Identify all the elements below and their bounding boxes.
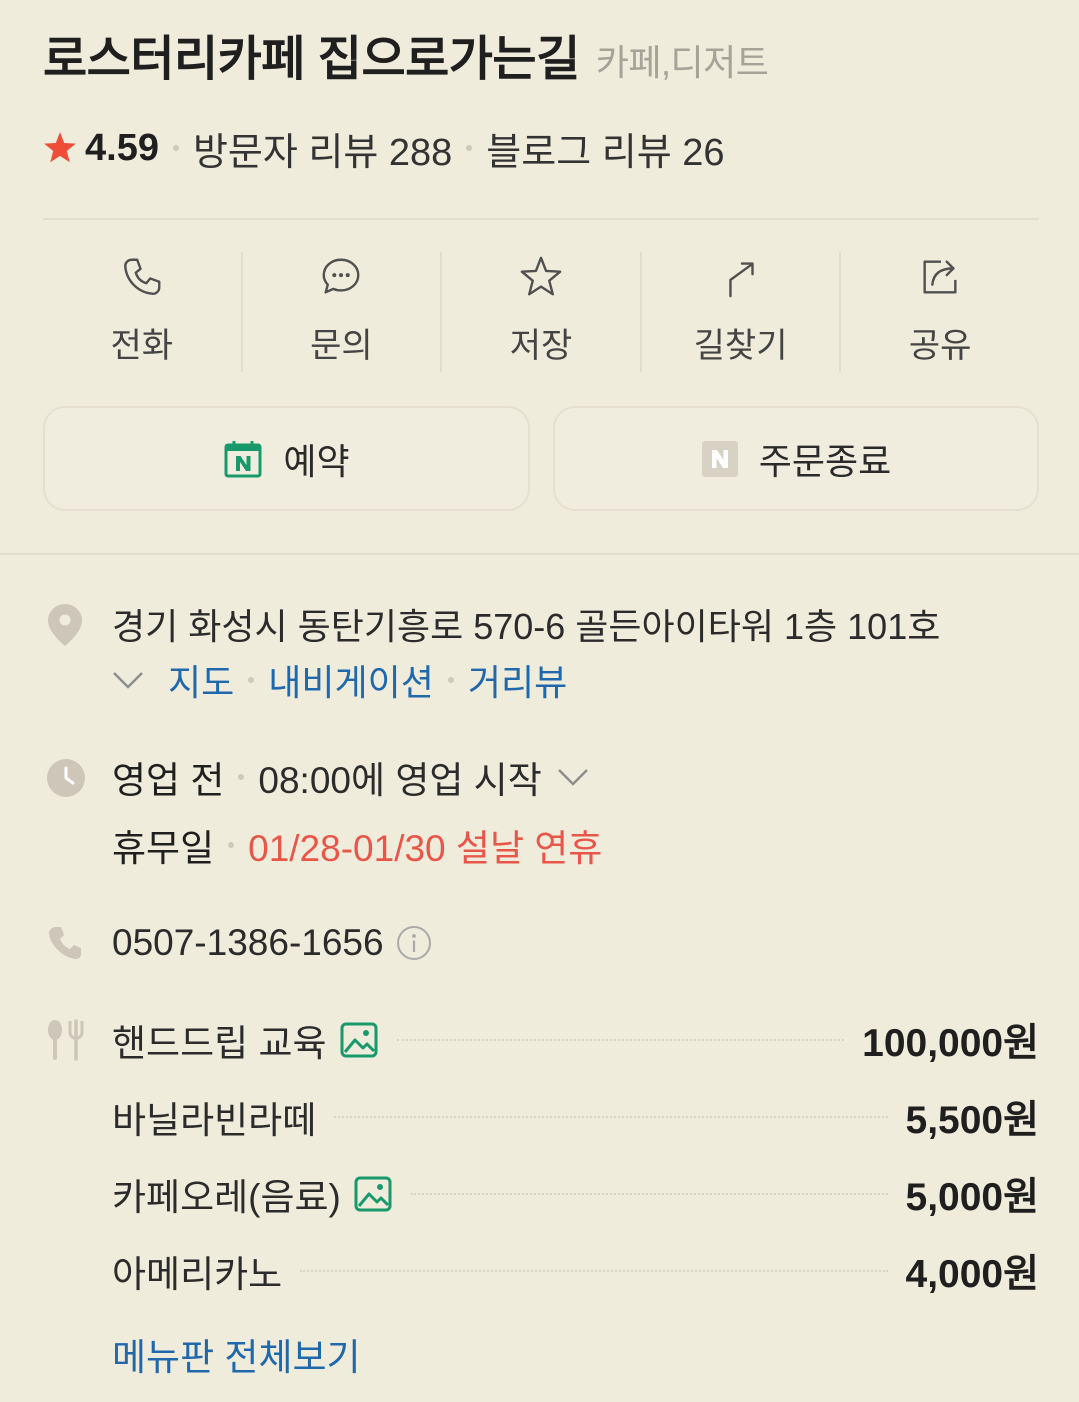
menu-item-price: 4,000원 xyxy=(905,1253,1039,1296)
separator-dot xyxy=(172,145,179,151)
phone-number[interactable]: 0507-1386-1656 xyxy=(112,922,384,964)
action-bar: 전화 문의 저장 길찾기 공유 xyxy=(43,252,1039,372)
reserve-button[interactable]: 예약 xyxy=(43,406,530,511)
menu-item[interactable]: 아메리카노 4,000원 xyxy=(112,1246,1039,1296)
visitor-review-link[interactable]: 방문자 리뷰 288 xyxy=(193,121,452,176)
order-button[interactable]: 주문종료 xyxy=(553,406,1039,511)
holiday-row: 휴무일 01/28-01/30 설날 연휴 xyxy=(112,821,602,869)
separator-dot xyxy=(466,145,473,151)
clock-icon xyxy=(47,759,85,797)
street-view-link[interactable]: 거리뷰 xyxy=(468,654,567,706)
next-open-time: 08:00에 영업 시작 xyxy=(258,760,542,801)
place-name: 로스터리카페 집으로가는길 xyxy=(43,33,580,86)
navigation-link[interactable]: 내비게이션 xyxy=(268,654,434,706)
dotted-leader xyxy=(300,1270,888,1272)
directions-button[interactable]: 길찾기 xyxy=(639,252,840,372)
address-text: 경기 화성시 동탄기흥로 570-6 골든아이타워 1층 101호 xyxy=(112,606,941,647)
separator-dot xyxy=(228,842,235,848)
business-status: 영업 전 xyxy=(112,760,225,801)
order-label: 주문종료 xyxy=(758,440,892,482)
inquiry-label: 문의 xyxy=(310,327,373,365)
info-icon[interactable] xyxy=(396,925,432,961)
dotted-leader xyxy=(396,1039,845,1041)
separator-dot xyxy=(248,677,255,683)
menu-item-name: 아메리카노 xyxy=(112,1254,283,1295)
separator-dot xyxy=(238,774,245,780)
holiday-label: 휴무일 xyxy=(112,828,215,869)
address-links: 지도 내비게이션 거리뷰 xyxy=(112,656,567,704)
dotted-leader xyxy=(334,1116,888,1118)
menu-item-price: 5,500원 xyxy=(905,1099,1039,1142)
photo-icon xyxy=(340,1022,378,1058)
menu-item[interactable]: 핸드드립 교육 100,000원 xyxy=(112,1015,1039,1065)
view-full-menu-link[interactable]: 메뉴판 전체보기 xyxy=(112,1334,361,1382)
location-pin-icon xyxy=(48,604,82,646)
naver-order-icon xyxy=(701,440,738,477)
share-label: 공유 xyxy=(908,327,972,365)
place-category: 카페,디저트 xyxy=(595,42,769,83)
holiday-dates: 01/28-01/30 설날 연휴 xyxy=(248,828,603,869)
call-label: 전화 xyxy=(110,327,174,365)
cutlery-icon xyxy=(48,1019,84,1061)
dotted-leader xyxy=(410,1193,888,1195)
map-link[interactable]: 지도 xyxy=(168,654,234,706)
photo-icon xyxy=(354,1176,392,1212)
menu-item-price: 5,000원 xyxy=(905,1176,1039,1219)
chat-icon xyxy=(322,258,360,294)
menu-item[interactable]: 카페오레(음료) 5,000원 xyxy=(112,1169,1039,1219)
phone-icon xyxy=(49,927,81,959)
menu-item-name: 핸드드립 교육 xyxy=(112,1023,327,1064)
menu-item-name: 바닐라빈라떼 xyxy=(112,1100,317,1141)
menu-item-price: 100,000원 xyxy=(862,1022,1039,1065)
directions-icon xyxy=(728,262,754,298)
share-button[interactable]: 공유 xyxy=(839,252,1039,372)
save-button[interactable]: 저장 xyxy=(440,252,640,372)
section-divider xyxy=(0,553,1079,555)
rating-score: 4.59 xyxy=(85,126,159,169)
directions-label: 길찾기 xyxy=(693,327,788,365)
blog-review-link[interactable]: 블로그 리뷰 26 xyxy=(486,121,724,176)
reserve-label: 예약 xyxy=(283,440,350,482)
star-outline-icon xyxy=(520,256,562,296)
divider xyxy=(43,218,1039,220)
place-header: 로스터리카페 집으로가는길 카페,디저트 xyxy=(43,28,769,92)
chevron-down-icon[interactable] xyxy=(557,768,589,786)
menu-item-name: 카페오레(음료) xyxy=(112,1177,341,1218)
naver-booking-calendar-icon xyxy=(224,440,262,477)
call-button[interactable]: 전화 xyxy=(43,252,241,372)
phone-row: 0507-1386-1656 xyxy=(112,919,432,967)
save-label: 저장 xyxy=(509,327,573,365)
inquiry-button[interactable]: 문의 xyxy=(240,252,441,372)
share-icon xyxy=(923,260,957,294)
menu-item[interactable]: 바닐라빈라떼 5,500원 xyxy=(112,1092,1039,1142)
separator-dot xyxy=(447,677,454,683)
chevron-down-icon[interactable] xyxy=(112,671,144,689)
business-hours[interactable]: 영업 전 08:00에 영업 시작 xyxy=(112,753,589,801)
phone-icon xyxy=(123,258,161,295)
rating-row: 4.59 방문자 리뷰 288 블로그 리뷰 26 xyxy=(41,121,724,176)
rating-star-icon xyxy=(44,132,76,163)
